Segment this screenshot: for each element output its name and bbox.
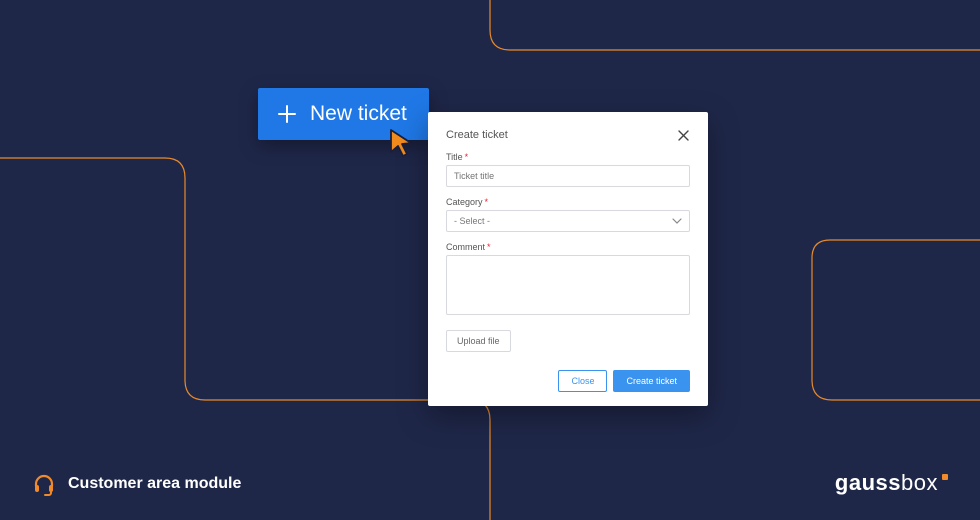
footer-module-label: Customer area module xyxy=(68,475,241,493)
plus-icon xyxy=(276,103,298,125)
headset-icon xyxy=(32,472,56,496)
brand-prefix: gauss xyxy=(835,470,901,496)
dialog-header: Create ticket xyxy=(446,128,690,142)
category-field: Category* - Select - xyxy=(446,197,690,232)
category-label: Category* xyxy=(446,197,690,207)
title-field: Title* xyxy=(446,152,690,187)
category-select[interactable]: - Select - xyxy=(446,210,690,232)
brand-logo: gaussbox xyxy=(835,470,948,496)
create-ticket-button[interactable]: Create ticket xyxy=(613,370,690,392)
brand-dot-icon xyxy=(942,474,948,480)
upload-file-button[interactable]: Upload file xyxy=(446,330,511,352)
close-button[interactable]: Close xyxy=(558,370,607,392)
new-ticket-label: New ticket xyxy=(310,102,407,126)
footer-module: Customer area module xyxy=(32,472,241,496)
comment-textarea[interactable] xyxy=(446,255,690,315)
comment-label: Comment* xyxy=(446,242,690,252)
chevron-down-icon xyxy=(672,218,682,224)
required-asterisk: * xyxy=(465,152,469,162)
category-selected-value: - Select - xyxy=(454,216,490,226)
title-input[interactable] xyxy=(446,165,690,187)
create-ticket-dialog: Create ticket Title* Category* - Select … xyxy=(428,112,708,406)
brand-suffix: box xyxy=(901,470,938,496)
required-asterisk: * xyxy=(485,197,489,207)
title-label: Title* xyxy=(446,152,690,162)
cursor-icon xyxy=(388,128,416,165)
required-asterisk: * xyxy=(487,242,491,252)
dialog-actions: Close Create ticket xyxy=(446,370,690,392)
close-icon[interactable] xyxy=(676,128,690,142)
dialog-title: Create ticket xyxy=(446,129,508,141)
comment-field: Comment* xyxy=(446,242,690,318)
